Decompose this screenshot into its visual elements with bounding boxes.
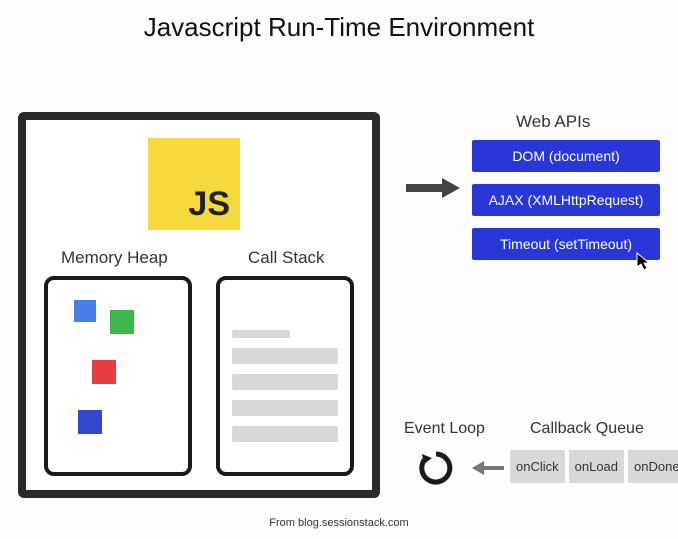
heap-object-icon — [92, 360, 116, 384]
attribution-text: From blog.sessionstack.com — [0, 517, 678, 529]
memory-heap-label: Memory Heap — [61, 248, 168, 268]
heap-object-icon — [74, 300, 96, 322]
js-logo-text: JS — [188, 185, 230, 224]
call-stack-label: Call Stack — [248, 248, 325, 268]
api-item-ajax: AJAX (XMLHttpRequest) — [472, 184, 660, 216]
page-title: Javascript Run-Time Environment — [0, 0, 678, 43]
callback-queue-label: Callback Queue — [530, 420, 644, 438]
js-engine-box: JS Memory Heap Call Stack — [18, 112, 380, 498]
api-item-dom: DOM (document) — [472, 140, 660, 172]
stack-frame-icon — [232, 330, 290, 338]
api-item-timeout: Timeout (setTimeout) — [472, 228, 660, 260]
arrow-right-icon — [404, 176, 460, 205]
web-apis-label: Web APIs — [516, 112, 590, 132]
heap-object-icon — [78, 410, 102, 434]
callback-queue: onClick onLoad onDone — [510, 450, 678, 483]
callback-item: onDone — [628, 450, 678, 483]
callback-item: onLoad — [569, 450, 624, 483]
stack-frame-icon — [232, 426, 338, 442]
callback-item: onClick — [510, 450, 565, 483]
stack-frame-icon — [232, 348, 338, 364]
js-logo: JS — [148, 138, 240, 230]
arrow-left-icon — [472, 459, 506, 482]
cursor-icon — [636, 252, 652, 277]
event-loop-label: Event Loop — [404, 420, 485, 438]
call-stack-box — [216, 276, 354, 476]
stack-frame-icon — [232, 400, 338, 416]
event-loop-icon — [418, 450, 454, 491]
heap-object-icon — [110, 310, 134, 334]
web-apis-list: DOM (document) AJAX (XMLHttpRequest) Tim… — [472, 140, 660, 260]
memory-heap-box — [44, 276, 192, 476]
stack-frame-icon — [232, 374, 338, 390]
